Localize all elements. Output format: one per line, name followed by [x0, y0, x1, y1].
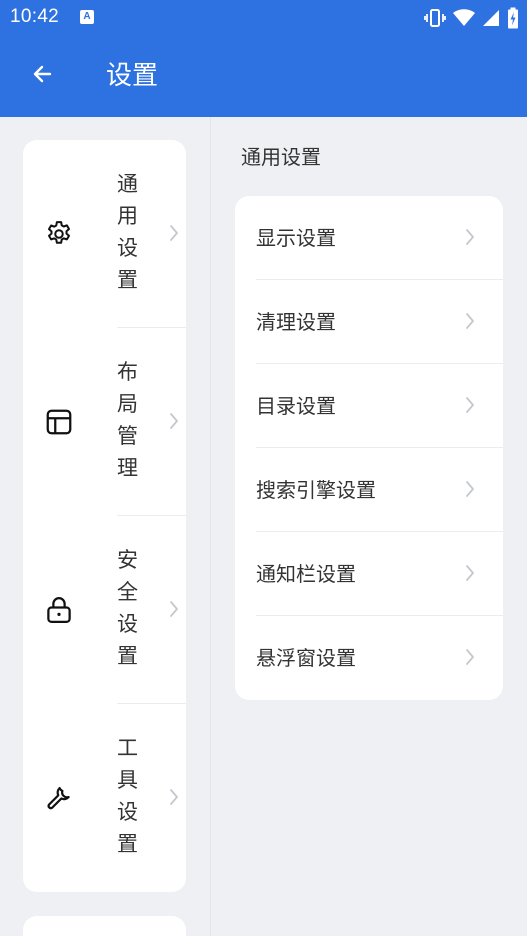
battery-charging-icon — [507, 7, 519, 29]
chevron-right-icon — [169, 224, 179, 246]
chevron-right-icon — [169, 788, 179, 810]
chevron-right-icon — [169, 412, 179, 434]
list-item-search-engine[interactable]: 搜索引擎设置 — [235, 448, 503, 532]
list-item-display[interactable]: 显示设置 — [235, 196, 503, 280]
page-title: 设置 — [106, 61, 159, 91]
nav-item-security[interactable]: 安全设置 — [23, 516, 186, 704]
list-item-label: 悬浮窗设置 — [256, 646, 356, 670]
chevron-right-icon — [465, 396, 475, 418]
back-button[interactable] — [22, 56, 62, 96]
nav-card: 通用设置 布局管理 安全设置 工具设置 — [23, 140, 186, 892]
settings-list: 显示设置 清理设置 目录设置 搜索引擎设置 通知栏设置 悬浮窗设置 — [235, 196, 503, 700]
status-bar: 10:42 A — [0, 0, 527, 36]
list-item-label: 通知栏设置 — [256, 562, 356, 586]
layout-icon — [43, 406, 75, 438]
chevron-right-icon — [465, 564, 475, 586]
chevron-right-icon — [465, 648, 475, 670]
chevron-right-icon — [465, 228, 475, 250]
lock-icon — [43, 594, 75, 626]
section-title: 通用设置 — [241, 145, 321, 169]
list-item-label: 目录设置 — [256, 394, 336, 418]
nav-item-label: 工具设置 — [117, 736, 138, 856]
list-item-label: 搜索引擎设置 — [256, 478, 376, 502]
nav-item-tools[interactable]: 工具设置 — [23, 704, 186, 892]
status-time: 10:42 — [10, 6, 60, 27]
notification-a-icon: A — [80, 10, 94, 24]
chevron-right-icon — [465, 312, 475, 334]
nav-item-general[interactable]: 通用设置 — [23, 140, 186, 328]
list-item-floating-window[interactable]: 悬浮窗设置 — [235, 616, 503, 700]
list-item-cleanup[interactable]: 清理设置 — [235, 280, 503, 364]
gear-icon — [43, 218, 75, 250]
list-item-label: 显示设置 — [256, 226, 336, 250]
app-bar: 设置 — [0, 36, 527, 117]
chevron-right-icon — [169, 600, 179, 622]
signal-icon — [482, 9, 500, 27]
nav-item-layout[interactable]: 布局管理 — [23, 328, 186, 516]
wrench-icon — [43, 782, 75, 814]
nav-item-label: 安全设置 — [117, 548, 138, 668]
nav-item-label: 布局管理 — [117, 360, 138, 480]
list-item-label: 清理设置 — [256, 310, 336, 334]
list-item-directory[interactable]: 目录设置 — [235, 364, 503, 448]
nav-card-partial — [23, 916, 186, 936]
pane-divider — [210, 117, 211, 936]
list-item-notification-bar[interactable]: 通知栏设置 — [235, 532, 503, 616]
arrow-left-icon — [30, 62, 54, 90]
vibrate-icon — [424, 8, 446, 28]
status-icons — [424, 7, 519, 29]
nav-item-label: 通用设置 — [117, 172, 138, 292]
chevron-right-icon — [465, 480, 475, 502]
wifi-icon — [453, 9, 475, 27]
